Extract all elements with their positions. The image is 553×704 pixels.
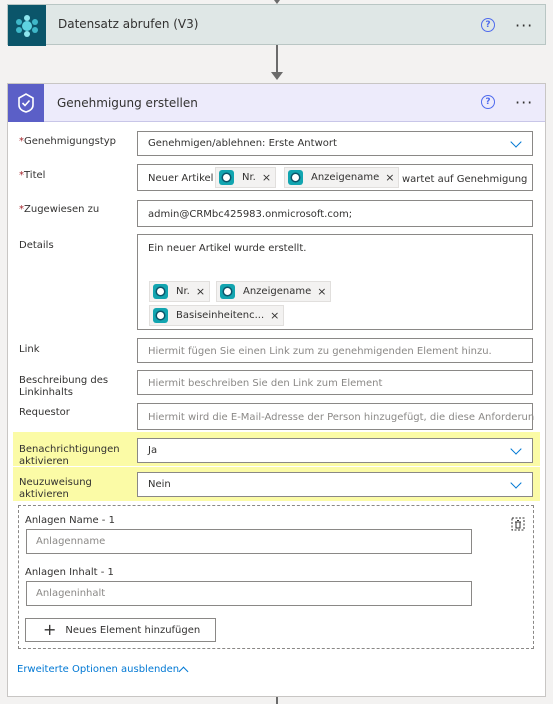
details-label: Details [19, 240, 54, 251]
plus-icon: + [43, 620, 57, 639]
more-options-icon[interactable]: ··· [515, 18, 533, 34]
chevron-down-icon [510, 477, 522, 489]
step-header[interactable]: Genehmigung erstellen ? ··· [8, 84, 545, 122]
remove-token-icon[interactable]: × [262, 171, 271, 184]
chevron-down-icon [510, 443, 522, 455]
attachment-name-label: Anlagen Name - 1 [25, 515, 115, 526]
approval-type-label: *Genehmigungstyp [19, 136, 117, 147]
reassign-label: Neuzuweisung aktivieren [19, 477, 92, 500]
step-connector-line [276, 45, 278, 73]
link-label: Link [19, 344, 40, 355]
dynamic-token[interactable]: Anzeigename × [284, 167, 400, 188]
add-new-item-button[interactable]: + Neues Element hinzufügen [25, 618, 216, 642]
attachment-name-input[interactable]: Anlagenname [26, 529, 472, 554]
chevron-down-icon [510, 136, 522, 148]
link-description-input[interactable]: Hiermit beschreiben Sie den Link zum Ele… [137, 370, 533, 395]
step-title: Datensatz abrufen (V3) [58, 17, 199, 31]
dataverse-icon [220, 284, 235, 299]
remove-token-icon[interactable]: × [317, 285, 326, 298]
hide-advanced-options-link[interactable]: Erweiterte Optionen ausblenden [17, 664, 179, 675]
assigned-to-label: *Zugewiesen zu [19, 204, 100, 215]
requestor-input[interactable]: Hiermit wird die E-Mail-Adresse der Pers… [137, 403, 534, 430]
step-card-get-record[interactable]: Datensatz abrufen (V3) ? ··· [7, 4, 546, 46]
reassign-dropdown[interactable]: Nein [137, 472, 533, 497]
attachment-content-input[interactable]: Anlageninhalt [26, 581, 472, 606]
step-title: Genehmigung erstellen [57, 96, 198, 110]
notifications-dropdown[interactable]: Ja [137, 438, 533, 463]
link-input[interactable]: Hiermit fügen Sie einen Link zum zu gene… [137, 338, 533, 363]
approval-type-dropdown[interactable]: Genehmigen/ablehnen: Erste Antwort [137, 131, 533, 156]
dynamic-token[interactable]: Anzeigename × [216, 281, 332, 302]
dynamic-token[interactable]: Basiseinheitenc... × [149, 305, 285, 326]
approval-icon [8, 84, 44, 122]
remove-token-icon[interactable]: × [196, 285, 205, 298]
attachment-content-label: Anlagen Inhalt - 1 [25, 567, 114, 578]
bottom-connector-line [276, 697, 278, 704]
remove-token-icon[interactable]: × [270, 309, 279, 322]
dataverse-icon [8, 5, 46, 46]
dataverse-icon [219, 170, 234, 185]
dynamic-token[interactable]: Nr. × [149, 281, 211, 302]
step-arrowhead [271, 72, 283, 80]
dataverse-icon [153, 284, 168, 299]
notifications-label: Benachrichtigungen aktivieren [19, 444, 120, 467]
assigned-to-input[interactable]: admin@CRMbc425983.onmicrosoft.com; [137, 200, 533, 227]
dataverse-icon [153, 308, 168, 323]
dataverse-icon [288, 170, 303, 185]
link-description-label: Beschreibung des Linkinhalts [19, 375, 109, 398]
help-icon[interactable]: ? [481, 18, 495, 32]
dynamic-token[interactable]: Nr. × [215, 167, 277, 188]
more-options-icon[interactable]: ··· [515, 95, 533, 111]
requestor-label: Requestor [19, 407, 70, 418]
help-icon[interactable]: ? [481, 95, 495, 109]
delete-item-icon[interactable] [511, 517, 525, 534]
remove-token-icon[interactable]: × [385, 171, 394, 184]
title-label: *Titel [19, 170, 46, 181]
title-suffix-text: wartet auf Genehmigung [402, 174, 528, 185]
